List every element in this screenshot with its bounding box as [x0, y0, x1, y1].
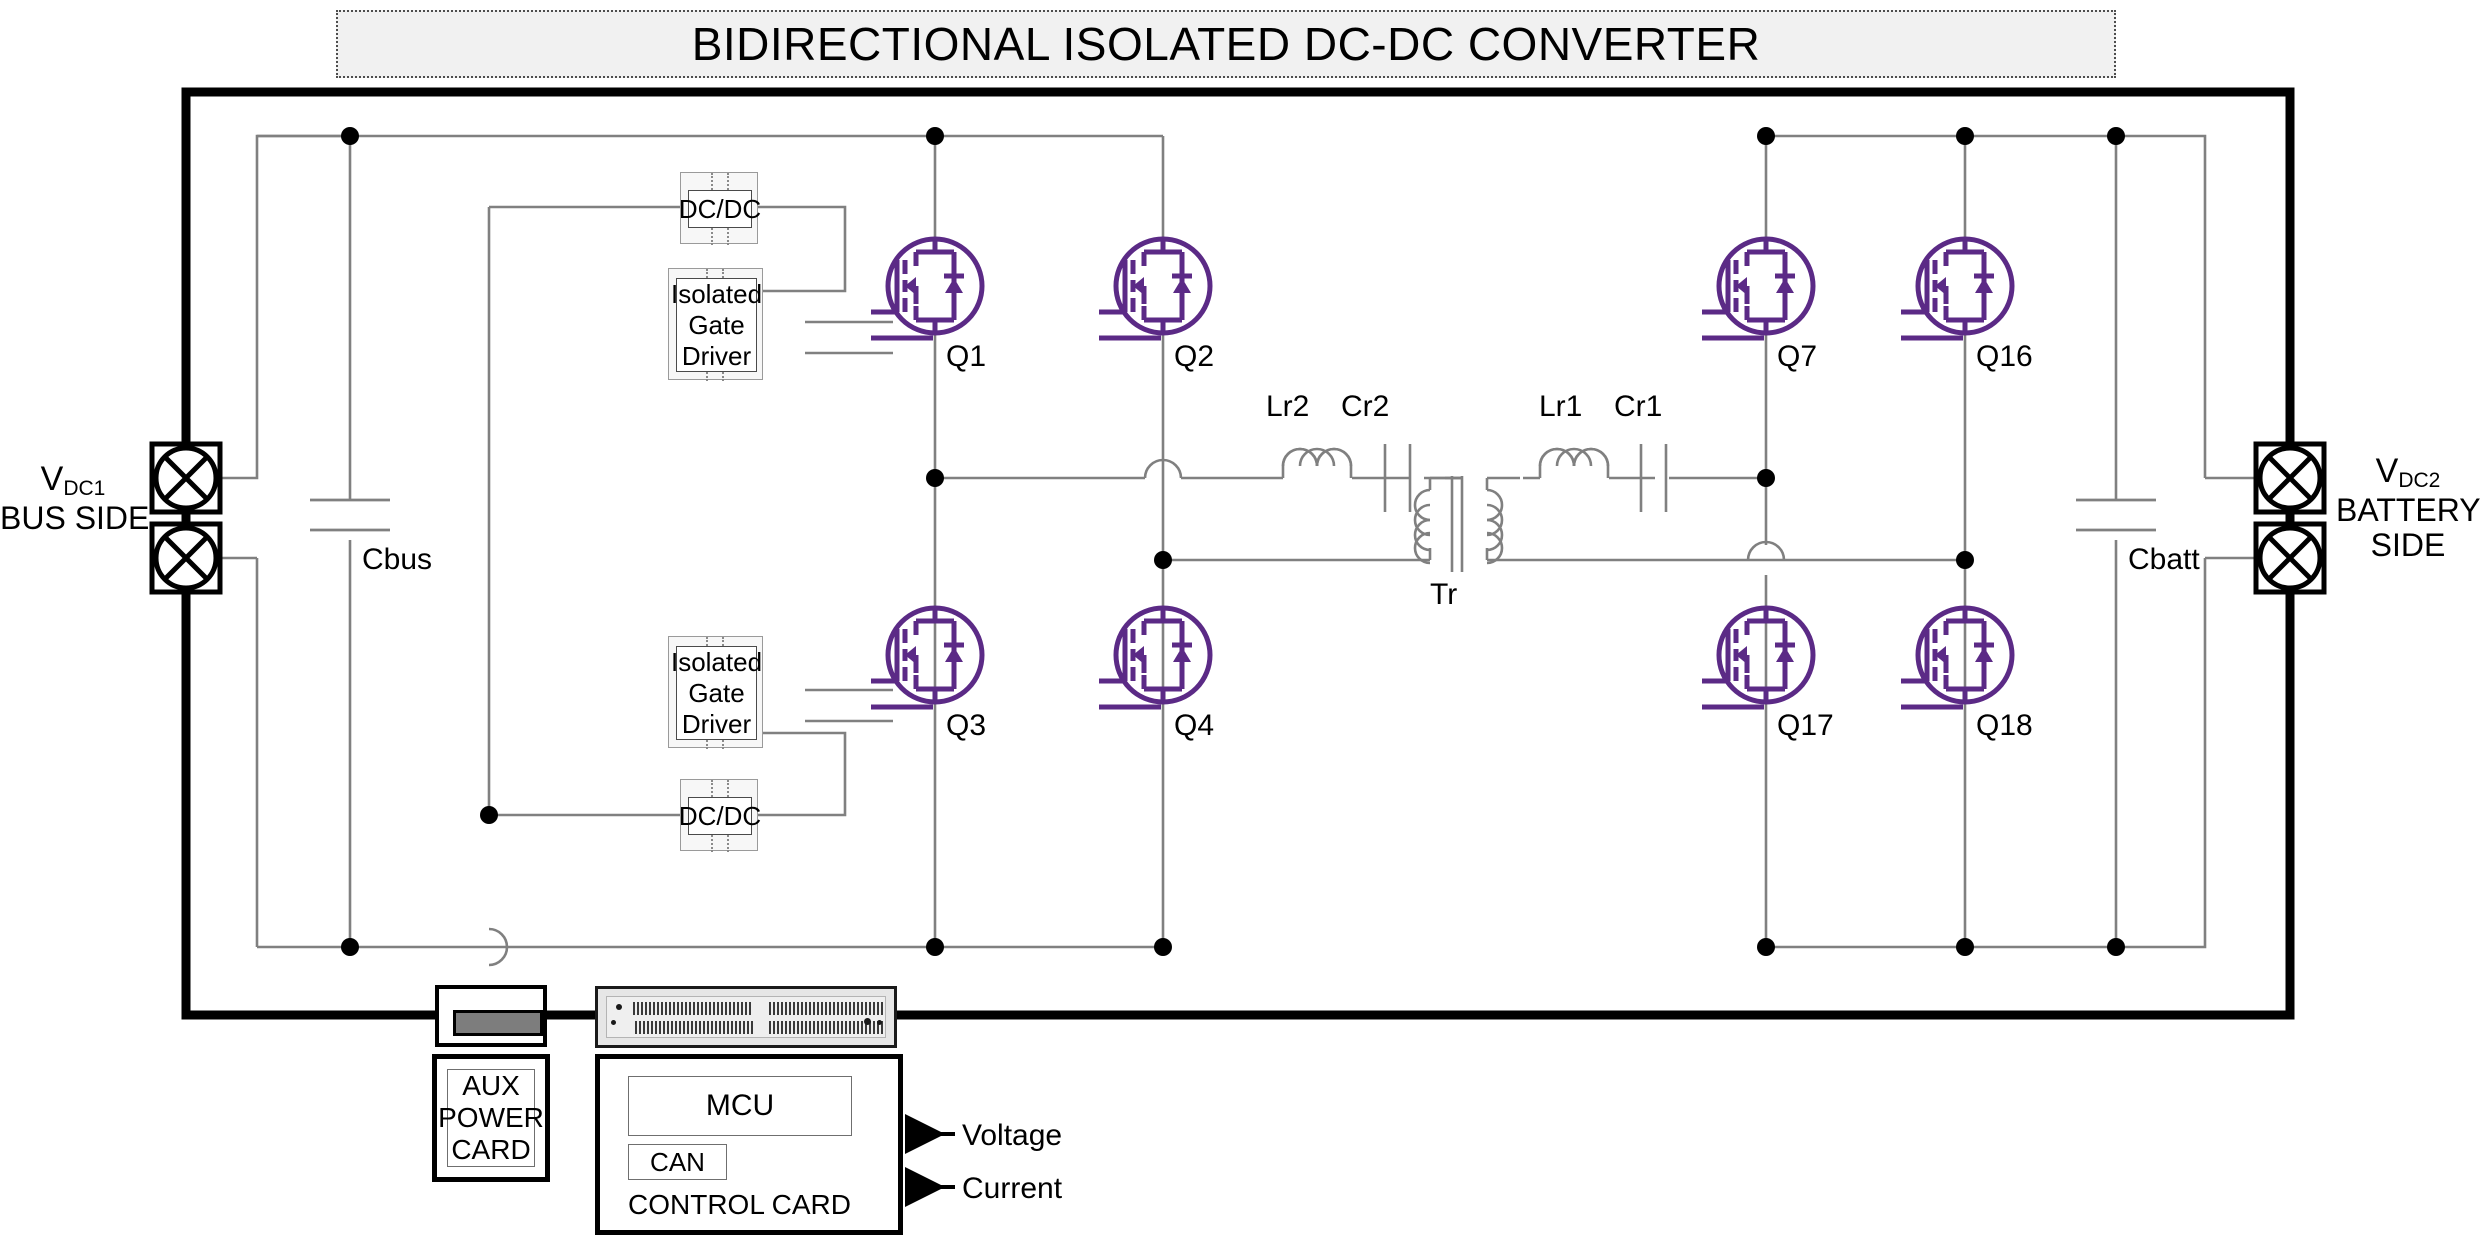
transformer-Tr: [1413, 476, 1504, 572]
aux-power-card-line2: POWER: [438, 1102, 544, 1133]
aux-power-card-inner: AUX POWER CARD: [438, 1069, 544, 1167]
connector-pins-top-right: [769, 1002, 885, 1015]
capacitor-cbatt: [2076, 498, 2156, 532]
left-terminal-side: BUS SIDE: [0, 499, 150, 536]
gate-driver-line2-lower: Gate: [688, 677, 745, 708]
control-card-caption: CONTROL CARD: [628, 1189, 851, 1220]
wiring-network: [186, 134, 2290, 949]
aux-power-card-line3: CARD: [451, 1134, 531, 1165]
left-terminal-label: VDC1 BUS SIDE: [0, 460, 150, 536]
gate-driver-label-box-upper: Isolated Gate Driver: [671, 278, 762, 372]
signal-label-voltage: Voltage: [962, 1119, 1063, 1152]
transformer-label-Tr: Tr: [1430, 578, 1458, 611]
right-terminal-side2: SIDE: [2370, 527, 2446, 564]
dcdc-label-lower: DC/DC: [678, 800, 762, 831]
gate-driver-line1-lower: Isolated: [670, 646, 763, 677]
circuit-diagram-canvas: BIDIRECTIONAL ISOLATED DC-DC CONVERTER D…: [0, 0, 2480, 1235]
mosfet-Q16[interactable]: [1901, 236, 2015, 341]
right-terminal-label: VDC2 BATTERY SIDE: [2336, 452, 2480, 564]
terminal-connector-left-negative[interactable]: [149, 521, 223, 595]
connector-key-dot-a: [616, 1004, 622, 1010]
mosfet-label-Q17: Q17: [1777, 709, 1834, 742]
mosfet-Q7[interactable]: [1702, 236, 1816, 341]
dcdc-label-box-lower: DC/DC: [679, 797, 761, 835]
mcu-block[interactable]: MCU: [628, 1076, 852, 1136]
inductor-label-Lr1: Lr1: [1539, 390, 1583, 423]
terminal-connector-left-positive[interactable]: [149, 441, 223, 515]
capacitor-label-Cr2: Cr2: [1341, 390, 1390, 423]
mosfet-Q18[interactable]: [1901, 605, 2015, 710]
capacitor-label-Cr1: Cr1: [1614, 390, 1663, 423]
right-terminal-side1: BATTERY: [2336, 491, 2480, 528]
terminal-connector-right-positive[interactable]: [2253, 441, 2327, 515]
mosfet-label-Q1: Q1: [946, 340, 987, 373]
mosfet-Q3[interactable]: [871, 605, 985, 710]
capacitor-label-cbus: Cbus: [362, 543, 433, 576]
dcdc-label-box-upper: DC/DC: [679, 190, 761, 228]
mosfet-Q17[interactable]: [1702, 605, 1816, 710]
connector-inner-tray: [606, 996, 886, 1038]
mosfet-label-Q4: Q4: [1174, 709, 1215, 742]
signal-label-current: Current: [962, 1172, 1063, 1205]
terminal-connector-right-negative[interactable]: [2253, 521, 2327, 595]
vdc1-symbol: V: [40, 460, 64, 498]
schematic-svg: [149, 87, 2327, 1207]
dcdc-label-upper: DC/DC: [678, 193, 762, 224]
connector-key-dot-d: [877, 1020, 882, 1025]
mosfet-label-Q16: Q16: [1976, 340, 2033, 373]
gate-driver-line3-lower: Driver: [681, 708, 752, 739]
capacitor-cbus: [310, 498, 390, 532]
gate-driver-line2-upper: Gate: [688, 309, 745, 340]
aux-power-connector[interactable]: [435, 985, 547, 1047]
gate-driver-line1-upper: Isolated: [670, 278, 763, 309]
aux-power-card[interactable]: AUX POWER CARD: [432, 1054, 550, 1182]
connector-key-dot-c: [864, 1018, 871, 1025]
mosfet-Q2[interactable]: [1099, 236, 1213, 341]
vdc1-subscript: DC1: [63, 477, 106, 500]
converter-enclosure: [181, 87, 2295, 1020]
control-card[interactable]: MCU CAN CONTROL CARD: [595, 1054, 903, 1235]
connector-key-dot-b: [611, 1020, 616, 1025]
junction-dots: [341, 127, 2125, 956]
gate-driver-label-box-lower: Isolated Gate Driver: [671, 646, 762, 740]
vdc2-symbol: V: [2375, 452, 2399, 490]
vdc2-subscript: DC2: [2398, 469, 2441, 492]
mosfet-label-Q2: Q2: [1174, 340, 1215, 373]
mosfet-label-Q18: Q18: [1976, 709, 2033, 742]
gate-driver-line3-upper: Driver: [681, 340, 752, 371]
control-card-edge-connector[interactable]: [595, 986, 897, 1048]
mosfet-Q4[interactable]: [1099, 605, 1213, 710]
aux-power-card-line1: AUX: [462, 1070, 520, 1101]
inductor-label-Lr2: Lr2: [1266, 390, 1310, 423]
aux-connector-pin-strip: [453, 1010, 543, 1036]
can-label: CAN: [650, 1146, 705, 1177]
capacitor-label-cbatt: Cbatt: [2128, 543, 2200, 576]
mosfet-label-Q3: Q3: [946, 709, 987, 742]
mcu-label: MCU: [705, 1089, 775, 1122]
connector-pins-bottom-left: [635, 1021, 753, 1034]
connector-pins-top-left: [633, 1002, 753, 1015]
mosfet-label-Q7: Q7: [1777, 340, 1818, 373]
inductor-Lr1: [1538, 447, 1610, 478]
can-block[interactable]: CAN: [628, 1144, 727, 1180]
inductor-Lr2: [1281, 447, 1353, 478]
